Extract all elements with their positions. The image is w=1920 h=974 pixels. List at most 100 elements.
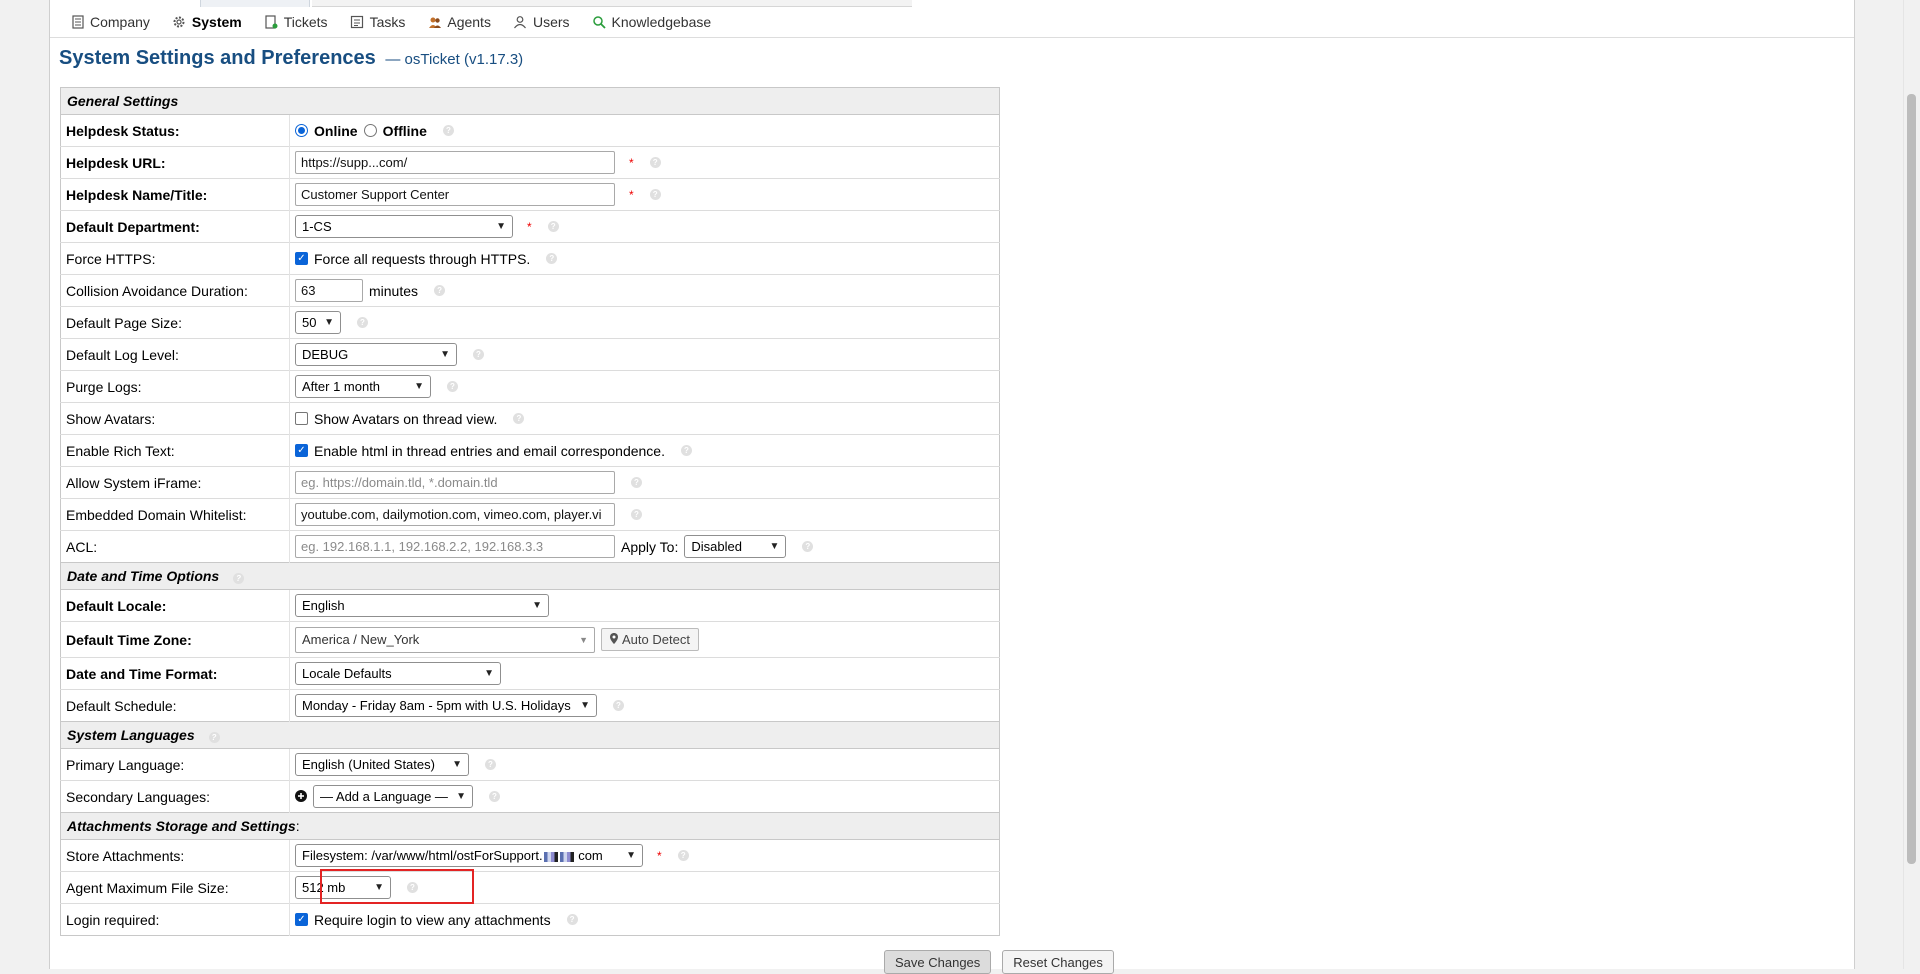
select-value: Monday - Friday 8am - 5pm with U.S. Holi… (302, 698, 571, 713)
top-tab-other[interactable] (312, 0, 912, 7)
help-icon[interactable]: ? (233, 573, 245, 584)
add-language-select[interactable]: — Add a Language — ▼ (313, 785, 473, 808)
show-avatars-checkbox[interactable] (295, 412, 308, 425)
default-department-select[interactable]: 1-CS ▼ (295, 215, 513, 238)
plus-circle-icon[interactable] (295, 789, 307, 805)
online-radio[interactable] (295, 124, 308, 137)
help-icon[interactable]: ? (613, 700, 624, 711)
timezone-select[interactable]: America / New_York ▼ (295, 626, 595, 653)
help-icon[interactable]: ? (649, 189, 661, 200)
row-primary-language: Primary Language: English (United States… (60, 748, 1000, 781)
section-general: General Settings (60, 87, 1000, 115)
select-value: After 1 month (302, 379, 381, 394)
checkbox-label: Require login to view any attachments (314, 911, 551, 928)
helpdesk-name-input[interactable] (295, 183, 615, 206)
company-icon (70, 15, 85, 30)
form-actions: Save Changes Reset Changes (884, 950, 1114, 974)
acl-input[interactable] (295, 535, 615, 558)
field-label: Show Avatars: (60, 402, 290, 435)
field-label: Agent Maximum File Size: (60, 871, 290, 904)
chevron-down-icon: ▼ (532, 600, 542, 611)
checkbox-label: Show Avatars on thread view. (314, 410, 498, 427)
help-icon[interactable]: ? (631, 477, 642, 488)
field-label: Helpdesk URL: (60, 146, 290, 179)
page-subtitle: — osTicket (v1.17.3) (385, 51, 524, 68)
help-icon[interactable]: ? (485, 759, 496, 770)
login-required-checkbox[interactable]: ✓ (295, 913, 308, 926)
primary-language-select[interactable]: English (United States) ▼ (295, 753, 469, 776)
subnav-system[interactable]: System (172, 14, 242, 30)
field-label: Collision Avoidance Duration: (60, 274, 290, 307)
settings-table: General Settings Helpdesk Status: Online… (60, 87, 1000, 936)
offline-radio[interactable] (363, 124, 377, 137)
row-login-required: Login required: ✓ Require login to view … (60, 903, 1000, 936)
help-icon[interactable]: ? (631, 509, 642, 520)
field-label: Default Locale: (60, 589, 290, 622)
online-label: Online (314, 122, 358, 139)
help-icon[interactable]: ? (442, 125, 454, 136)
whitelist-input[interactable] (295, 503, 615, 526)
subnav-knowledgebase[interactable]: Knowledgebase (592, 14, 711, 30)
max-file-size-select[interactable]: 512 mb ▼ (295, 876, 391, 899)
select-value-suffix: com (578, 848, 603, 863)
vertical-scrollbar[interactable] (1903, 0, 1920, 969)
schedule-select[interactable]: Monday - Friday 8am - 5pm with U.S. Holi… (295, 694, 597, 717)
purge-logs-select[interactable]: After 1 month ▼ (295, 375, 431, 398)
rich-text-checkbox[interactable]: ✓ (295, 444, 308, 457)
field-label: Primary Language: (60, 748, 290, 781)
help-icon[interactable]: ? (473, 349, 484, 360)
store-attachments-select[interactable]: Filesystem: /var/www/html/ostForSupport.… (295, 844, 643, 867)
section-attachments: Attachments Storage and Settings: (60, 812, 1000, 840)
subnav-company[interactable]: Company (70, 14, 150, 30)
help-icon[interactable]: ? (513, 413, 525, 424)
reset-changes-button[interactable]: Reset Changes (1002, 950, 1114, 974)
redacted-text (559, 851, 574, 862)
subnav-agents[interactable]: Agents (427, 14, 491, 30)
field-label: Default Department: (60, 210, 290, 243)
select-value: — Add a Language — (320, 789, 448, 804)
help-icon[interactable]: ? (434, 285, 446, 296)
help-icon[interactable]: ? (649, 157, 661, 168)
gear-icon (172, 15, 187, 30)
page-size-select[interactable]: 50 ▼ (295, 311, 341, 334)
field-label: Purge Logs: (60, 370, 290, 403)
help-icon[interactable]: ? (546, 253, 558, 264)
collision-duration-input[interactable] (295, 279, 363, 302)
chevron-down-icon: ▼ (440, 349, 450, 360)
help-icon[interactable]: ? (547, 221, 559, 232)
date-format-select[interactable]: Locale Defaults ▼ (295, 662, 501, 685)
chevron-down-icon: ▼ (580, 700, 590, 711)
required-marker: * (657, 848, 662, 863)
chevron-down-icon: ▼ (414, 381, 424, 392)
help-icon[interactable]: ? (680, 445, 692, 456)
chevron-down-icon: ▼ (769, 541, 780, 552)
help-icon[interactable]: ? (677, 850, 689, 861)
help-icon[interactable]: ? (208, 732, 220, 743)
locale-select[interactable]: English ▼ (295, 594, 549, 617)
help-icon[interactable]: ? (447, 381, 458, 392)
scrollbar-thumb[interactable] (1907, 94, 1916, 864)
help-icon[interactable]: ? (489, 791, 500, 802)
select-value-wrap: Filesystem: /var/www/html/ostForSupport.… (302, 848, 603, 863)
save-changes-button[interactable]: Save Changes (884, 950, 992, 974)
subnav-tasks[interactable]: Tasks (350, 14, 405, 30)
row-helpdesk-status: Helpdesk Status: Online Offline ? (60, 114, 1000, 147)
force-https-checkbox[interactable]: ✓ (295, 252, 308, 265)
subnav-tickets[interactable]: Tickets (264, 14, 328, 30)
auto-detect-button[interactable]: Auto Detect (601, 628, 699, 651)
chevron-down-icon: ▼ (324, 317, 334, 328)
chevron-down-icon: ▼ (484, 668, 494, 679)
help-icon[interactable]: ? (566, 914, 578, 925)
subnav-users[interactable]: Users (513, 14, 570, 30)
chevron-down-icon: ▼ (452, 759, 462, 770)
apply-to-select[interactable]: Disabled ▼ (684, 535, 787, 558)
log-level-select[interactable]: DEBUG ▼ (295, 343, 457, 366)
help-icon[interactable]: ? (357, 317, 368, 328)
checkbox-label: Force all requests through HTTPS. (314, 250, 531, 267)
apply-to-label: Apply To: (621, 538, 679, 555)
helpdesk-url-input[interactable] (295, 151, 615, 174)
help-icon[interactable]: ? (407, 882, 418, 893)
help-icon[interactable]: ? (802, 541, 814, 552)
iframe-input[interactable] (295, 471, 615, 494)
knowledgebase-icon (592, 15, 607, 30)
